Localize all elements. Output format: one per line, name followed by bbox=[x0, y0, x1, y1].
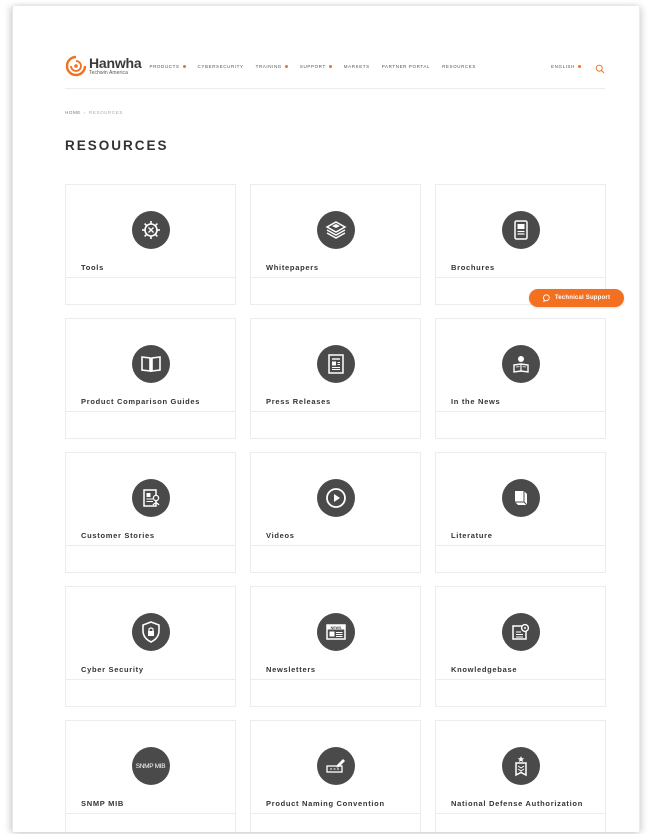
card-in-the-news[interactable]: In the News bbox=[435, 318, 606, 439]
chevron-down-icon bbox=[578, 64, 581, 68]
chat-bubble-icon bbox=[542, 294, 550, 302]
naming-pencil-icon bbox=[316, 747, 355, 785]
card-label: Tools bbox=[81, 263, 104, 272]
card-label: Videos bbox=[266, 531, 295, 540]
card-national-defense-authorization[interactable]: National Defense Authorization bbox=[435, 720, 606, 832]
card-divider bbox=[251, 277, 420, 278]
chevron-down-icon bbox=[284, 64, 288, 68]
shield-lock-icon bbox=[131, 613, 170, 651]
logo[interactable]: Hanwha Techwin America bbox=[65, 55, 142, 77]
card-knowledgebase[interactable]: Knowledgebase bbox=[435, 586, 606, 707]
card-divider bbox=[251, 545, 420, 546]
card-divider bbox=[436, 545, 605, 546]
card-customer-stories[interactable]: Customer Stories bbox=[65, 452, 236, 573]
gear-tools-icon bbox=[131, 211, 170, 249]
card-label: Newsletters bbox=[266, 665, 316, 674]
card-label: In the News bbox=[451, 397, 501, 406]
card-newsletters[interactable]: NEWS Newsletters bbox=[250, 586, 421, 707]
card-cyber-security[interactable]: Cyber Security bbox=[65, 586, 236, 707]
card-label: SNMP MIB bbox=[81, 799, 124, 808]
card-divider bbox=[66, 813, 235, 814]
card-label: Product Naming Convention bbox=[266, 799, 385, 808]
card-label: Knowledgebase bbox=[451, 665, 518, 674]
breadcrumb: HOME › RESOURCES bbox=[65, 110, 123, 115]
nav-item-support[interactable]: SUPPORT bbox=[300, 64, 332, 69]
svg-text:NEWS: NEWS bbox=[330, 626, 341, 630]
chevron-down-icon bbox=[328, 64, 332, 68]
breadcrumb-separator: › bbox=[83, 110, 87, 115]
card-label: Whitepapers bbox=[266, 263, 319, 272]
book-gear-icon bbox=[501, 613, 540, 651]
play-icon bbox=[316, 479, 355, 517]
card-divider bbox=[251, 411, 420, 412]
card-literature[interactable]: Literature bbox=[435, 452, 606, 573]
newspaper-icon bbox=[316, 345, 355, 383]
card-divider bbox=[66, 277, 235, 278]
book-icon bbox=[501, 479, 540, 517]
card-label: Literature bbox=[451, 531, 493, 540]
breadcrumb-home[interactable]: HOME bbox=[65, 110, 81, 115]
language-selector[interactable]: ENGLISH bbox=[551, 64, 581, 69]
card-divider bbox=[436, 813, 605, 814]
stacked-papers-icon bbox=[316, 211, 355, 249]
brochure-icon bbox=[501, 211, 540, 249]
card-divider bbox=[66, 411, 235, 412]
card-divider bbox=[66, 545, 235, 546]
card-press-releases[interactable]: Press Releases bbox=[250, 318, 421, 439]
card-label: Product Comparison Guides bbox=[81, 397, 201, 406]
logo-name: Hanwha bbox=[89, 55, 142, 71]
card-divider bbox=[251, 679, 420, 680]
breadcrumb-current: RESOURCES bbox=[89, 110, 123, 115]
card-label: Customer Stories bbox=[81, 531, 155, 540]
card-brochures[interactable]: Brochures bbox=[435, 184, 606, 305]
card-label: Brochures bbox=[451, 263, 495, 272]
hanwha-logo-icon bbox=[65, 55, 87, 77]
nav-item-products[interactable]: PRODUCTS bbox=[149, 64, 186, 69]
card-product-naming-convention[interactable]: Product Naming Convention bbox=[250, 720, 421, 832]
card-divider bbox=[251, 813, 420, 814]
ndaa-badge-icon bbox=[501, 747, 540, 785]
card-whitepapers[interactable]: Whitepapers bbox=[250, 184, 421, 305]
nav-item-resources[interactable]: RESOURCES bbox=[442, 64, 476, 69]
card-product-comparison-guides[interactable]: Product Comparison Guides bbox=[65, 318, 236, 439]
card-divider bbox=[66, 679, 235, 680]
card-label: Cyber Security bbox=[81, 665, 144, 674]
nav-item-training[interactable]: TRAINING bbox=[256, 64, 288, 69]
person-reading-icon bbox=[501, 345, 540, 383]
search-icon[interactable] bbox=[595, 61, 605, 74]
technical-support-label: Technical Support bbox=[554, 295, 611, 301]
nav-item-partner-portal[interactable]: PARTNER PORTAL bbox=[382, 64, 430, 69]
card-label: National Defense Authorization bbox=[451, 799, 583, 808]
card-label: Press Releases bbox=[266, 397, 331, 406]
card-snmp-mib[interactable]: SNMP MIB SNMP MIB bbox=[65, 720, 236, 832]
news-icon: NEWS bbox=[316, 613, 355, 651]
site-header: Hanwha Techwin America PRODUCTS CYBERSEC… bbox=[65, 44, 605, 89]
snmp-mib-icon-text: SNMP MIB bbox=[135, 762, 166, 770]
card-videos[interactable]: Videos bbox=[250, 452, 421, 573]
page-title: RESOURCES bbox=[65, 138, 169, 153]
snmp-mib-icon: SNMP MIB bbox=[131, 747, 170, 785]
main-nav: PRODUCTS CYBERSECURITY TRAINING SUPPORT … bbox=[149, 61, 605, 74]
logo-subtitle: Techwin America bbox=[89, 70, 129, 76]
page-frame: Hanwha Techwin America PRODUCTS CYBERSEC… bbox=[12, 6, 640, 832]
document-person-icon bbox=[131, 479, 170, 517]
card-divider bbox=[436, 411, 605, 412]
card-divider bbox=[436, 679, 605, 680]
nav-item-markets[interactable]: MARKETS bbox=[344, 64, 370, 69]
chevron-down-icon bbox=[182, 64, 186, 68]
card-tools[interactable]: Tools bbox=[65, 184, 236, 305]
resource-grid: Tools Whitepapers Brochures Product Comp… bbox=[65, 184, 606, 832]
card-divider bbox=[436, 277, 605, 278]
technical-support-button[interactable]: Technical Support bbox=[529, 289, 624, 307]
nav-item-cybersecurity[interactable]: CYBERSECURITY bbox=[198, 64, 244, 69]
open-book-icon bbox=[131, 345, 170, 383]
